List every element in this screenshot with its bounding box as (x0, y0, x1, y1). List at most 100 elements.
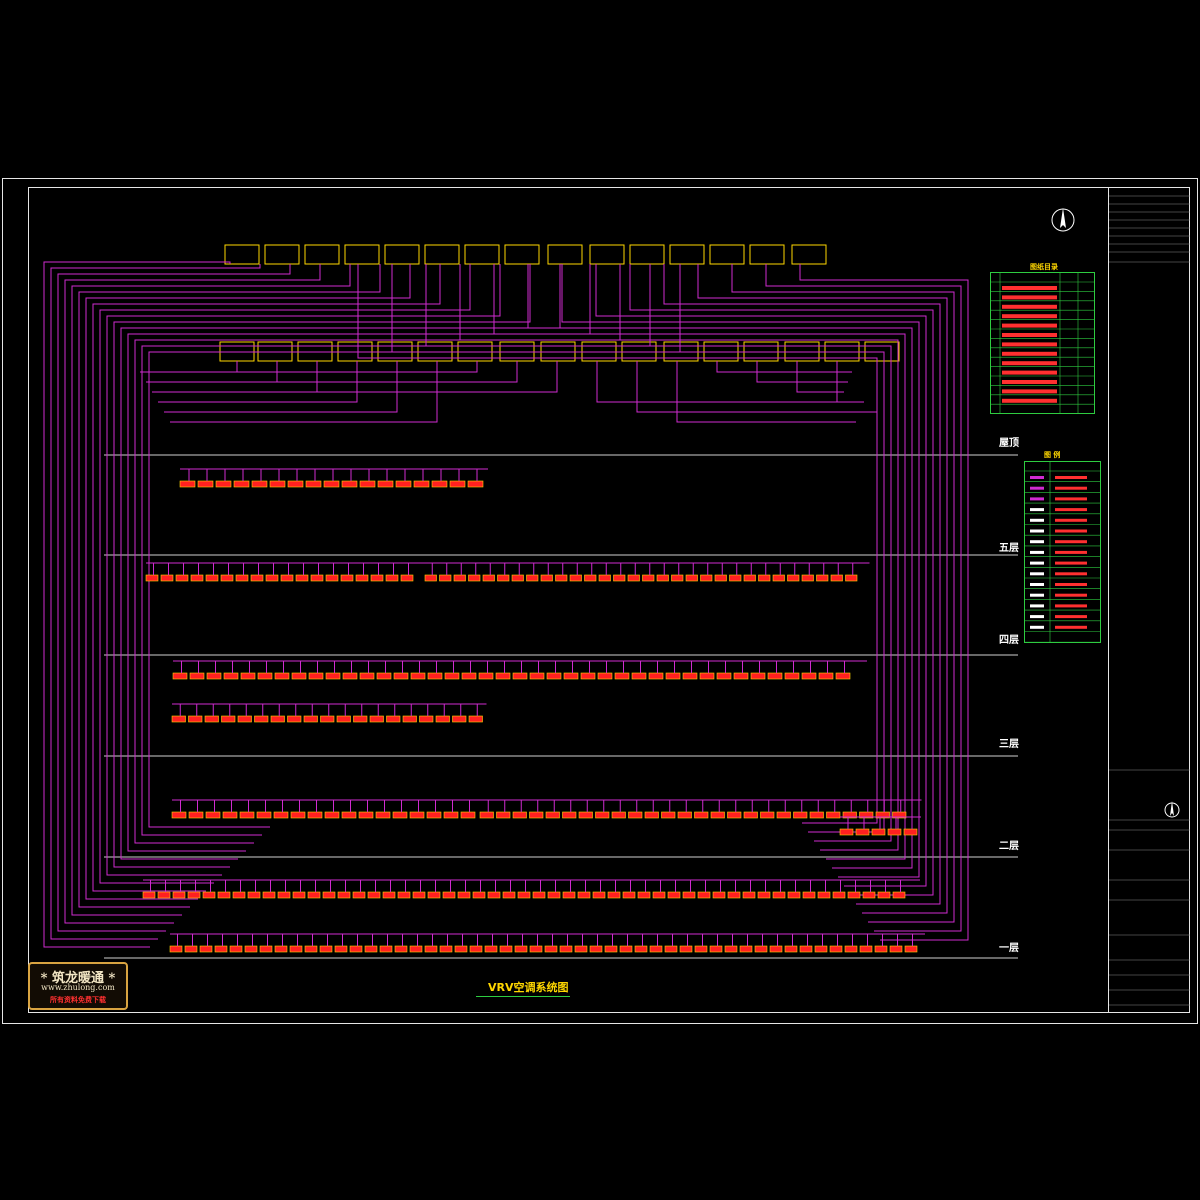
refrigerant-pipe-right (493, 264, 906, 860)
outdoor-unit-top (384, 244, 420, 265)
indoor-unit-3f (386, 715, 401, 723)
indoor-unit-2f-a (205, 811, 221, 819)
indoor-unit-4f (784, 672, 800, 680)
indoor-unit-1f-a (412, 891, 426, 899)
indoor-unit-1f-a (442, 891, 456, 899)
indoor-unit-3f (188, 715, 203, 723)
indoor-unit-5f-b (700, 574, 713, 582)
indoor-unit-5f-b (845, 574, 858, 582)
indoor-unit-5f-b (468, 574, 481, 582)
indoor-unit-2f-b (512, 811, 527, 819)
legend-title: 图 例 (1044, 451, 1061, 459)
indoor-unit-1f-a (322, 891, 336, 899)
outdoor-unit-top (791, 244, 827, 265)
indoor-unit-roof (269, 480, 286, 488)
logo-line-2: www.zhulong.com (41, 983, 115, 992)
indoor-unit-4f (631, 672, 647, 680)
drawing-stage: 屋顶 五层 四层 三层 二层 一层 图纸目录 图 例 VRV空调系统图 * 筑龙… (0, 0, 1200, 1200)
indoor-unit-4f (240, 672, 256, 680)
indoor-unit-4f (495, 672, 511, 680)
indoor-unit-3f (452, 715, 467, 723)
indoor-unit-3f (270, 715, 285, 723)
indoor-unit-roof (287, 480, 304, 488)
indoor-unit-5f-b (439, 574, 452, 582)
indoor-unit-5f-b (526, 574, 539, 582)
title-block (1108, 187, 1190, 1013)
indoor-unit-4f (665, 672, 681, 680)
indoor-unit-3f (254, 715, 269, 723)
indoor-unit-1f-a (427, 891, 441, 899)
zhulong-logo: * 筑龙暖通 * www.zhulong.com 所有资料免费下载 (28, 962, 128, 1010)
logo-line-3: 所有资料免费下载 (50, 996, 106, 1004)
indoor-unit-2f-b (628, 811, 643, 819)
indoor-unit-1f-a (502, 891, 516, 899)
outdoor-unit-top (424, 244, 460, 265)
refrigerant-pipe-mid (176, 361, 478, 373)
indoor-unit-1f-b (499, 945, 513, 953)
indoor-unit-roof (323, 480, 340, 488)
indoor-unit-2f-a (171, 811, 187, 819)
indoor-unit-5f-a (325, 574, 339, 582)
indoor-unit-3f (303, 715, 318, 723)
indoor-unit-1f-b (724, 945, 738, 953)
indoor-unit-4f (359, 672, 375, 680)
indoor-unit-4f (648, 672, 664, 680)
schedule-title: 图纸目录 (1030, 263, 1058, 271)
indoor-unit-5f-a (250, 574, 264, 582)
indoor-unit-1f-a (562, 891, 576, 899)
indoor-unit-1f-a (337, 891, 351, 899)
indoor-unit-5f-b (540, 574, 553, 582)
indoor-unit-2f-a (426, 811, 442, 819)
indoor-unit-2f-a (392, 811, 408, 819)
indoor-unit-5f-a (280, 574, 294, 582)
indoor-unit-2f-b (611, 811, 626, 819)
indoor-unit-1f-a (652, 891, 666, 899)
indoor-unit-1f-b (664, 945, 678, 953)
indoor-unit-1f-b (589, 945, 603, 953)
indoor-unit-1f-a (292, 891, 306, 899)
indoor-unit-1f-a (577, 891, 591, 899)
indoor-unit-4f (274, 672, 290, 680)
indoor-unit-4f (597, 672, 613, 680)
indoor-unit-1f-b (544, 945, 558, 953)
indoor-unit-roof (215, 480, 232, 488)
indoor-unit-1f-b (439, 945, 453, 953)
indoor-unit-1f-b (364, 945, 378, 953)
indoor-unit-1f-a (787, 891, 801, 899)
indoor-unit-4f (189, 672, 205, 680)
refrigerant-pipe-left (148, 264, 681, 828)
compass-icon (1162, 798, 1182, 822)
indoor-unit-4f (733, 672, 749, 680)
indoor-unit-2f-b (595, 811, 610, 819)
indoor-unit-4f (716, 672, 732, 680)
indoor-unit-1f-a (742, 891, 756, 899)
indoor-unit-1f-b (349, 945, 363, 953)
refrigerant-pipe-left (120, 264, 561, 860)
indoor-unit-2f-c (839, 828, 854, 836)
indoor-unit-4f (291, 672, 307, 680)
indoor-unit-2f-b (496, 811, 511, 819)
indoor-unit-1f-a (277, 891, 291, 899)
refrigerant-pipe-left (50, 264, 261, 940)
schedule-table (990, 272, 1095, 414)
indoor-unit-1f-a (772, 891, 786, 899)
indoor-unit-roof (395, 480, 412, 488)
indoor-unit-5f-a (190, 574, 204, 582)
indoor-unit-2f-b (578, 811, 593, 819)
indoor-unit-4f (801, 672, 817, 680)
indoor-unit-1f-a (802, 891, 816, 899)
indoor-unit-1f-a (547, 891, 561, 899)
drawing-title: VRV空调系统图 (488, 981, 569, 994)
indoor-unit-4f (444, 672, 460, 680)
indoor-unit-4f (546, 672, 562, 680)
indoor-unit-4f (376, 672, 392, 680)
indoor-unit-2f-a (307, 811, 323, 819)
indoor-unit-4f (223, 672, 239, 680)
indoor-unit-1f-a (247, 891, 261, 899)
refrigerant-pipe-mid (636, 361, 860, 413)
indoor-unit-1f-a (832, 891, 846, 899)
indoor-unit-2f-b (793, 811, 808, 819)
indoor-unit-5f-b (743, 574, 756, 582)
refrigerant-pipe-left (78, 264, 381, 908)
indoor-unit-1f-a (262, 891, 276, 899)
